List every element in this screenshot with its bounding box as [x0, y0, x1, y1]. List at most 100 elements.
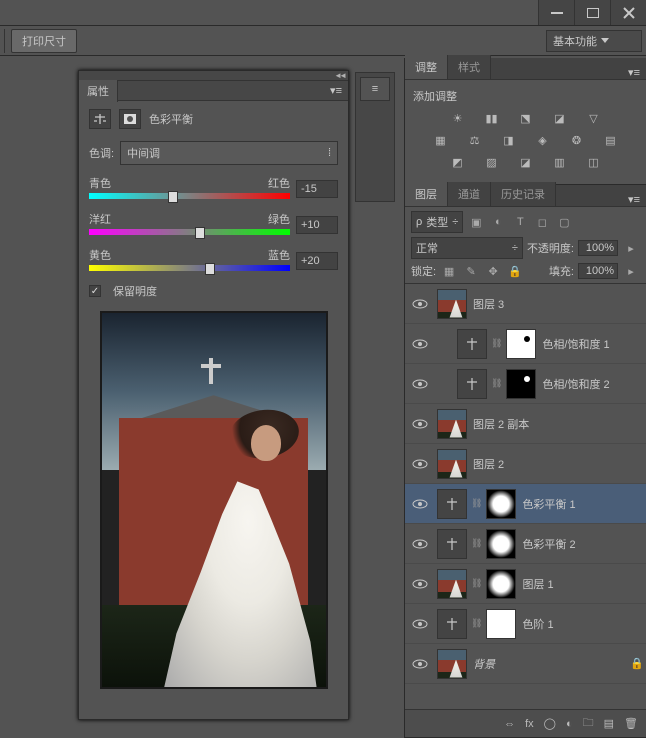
visibility-toggle[interactable] [409, 459, 431, 469]
adjustments-tab[interactable]: 调整 [405, 55, 448, 79]
slider-value-input[interactable]: +20 [296, 252, 338, 270]
mask-thumb[interactable] [486, 609, 516, 639]
adjustment-thumb[interactable] [457, 369, 487, 399]
fill-flyout[interactable]: ▸ [622, 263, 640, 279]
new-layer-icon[interactable]: ▤ [604, 717, 614, 730]
layer-row[interactable]: ⛓ 色相/饱和度 1 [405, 324, 646, 364]
new-group-icon[interactable]: 🗀 [583, 714, 594, 733]
filter-shape-icon[interactable]: ◻ [533, 214, 551, 230]
adjustment-thumb[interactable] [437, 489, 467, 519]
slider-thumb[interactable] [168, 191, 178, 203]
filter-pixel-icon[interactable]: ▣ [467, 214, 485, 230]
preserve-luminosity-checkbox[interactable] [89, 285, 101, 297]
lock-move-icon[interactable]: ✥ [484, 263, 502, 279]
slider-thumb[interactable] [205, 263, 215, 275]
tone-select[interactable]: 中间调 ⁞ [120, 141, 338, 165]
visibility-toggle[interactable] [409, 499, 431, 509]
selectivecolor-icon[interactable]: ◫ [584, 154, 604, 170]
layers-menu[interactable]: ▾≡ [622, 193, 646, 206]
layer-thumb[interactable] [437, 409, 467, 439]
filter-type-icon[interactable]: T [511, 214, 529, 230]
layer-row[interactable]: ⛓ 图层 1 [405, 564, 646, 604]
layer-row[interactable]: 图层 3 [405, 284, 646, 324]
balance-icon[interactable] [89, 109, 111, 129]
channels-tab[interactable]: 通道 [448, 182, 491, 206]
visibility-toggle[interactable] [409, 579, 431, 589]
channelmixer-icon[interactable]: ❂ [567, 132, 587, 148]
link-icon[interactable]: ⛓ [471, 578, 482, 589]
lock-pixels-icon[interactable]: ▦ [440, 263, 458, 279]
link-icon[interactable]: ⛓ [471, 538, 482, 549]
mask-thumb[interactable] [506, 369, 536, 399]
slider-value-input[interactable]: -15 [296, 180, 338, 198]
link-icon[interactable]: ⛓ [471, 498, 482, 509]
layer-name[interactable]: 图层 3 [473, 296, 642, 312]
visibility-toggle[interactable] [409, 539, 431, 549]
print-size-button[interactable]: 打印尺寸 [11, 29, 77, 53]
styles-tab[interactable]: 样式 [448, 55, 491, 79]
bw-icon[interactable]: ◨ [499, 132, 519, 148]
mask-thumb[interactable] [506, 329, 536, 359]
visibility-toggle[interactable] [409, 299, 431, 309]
slider-track[interactable] [89, 229, 290, 239]
slider-value-input[interactable]: +10 [296, 216, 338, 234]
adjustments-menu[interactable]: ▾≡ [622, 66, 646, 79]
layer-name[interactable]: 色阶 1 [522, 616, 642, 632]
hue-icon[interactable]: ▦ [431, 132, 451, 148]
layer-row[interactable]: 背景 🔒 [405, 644, 646, 684]
layer-thumb[interactable] [437, 289, 467, 319]
invert-icon[interactable]: ◩ [448, 154, 468, 170]
adjustment-thumb[interactable] [457, 329, 487, 359]
adjustment-thumb[interactable] [437, 529, 467, 559]
slider-track[interactable] [89, 193, 290, 203]
fill-input[interactable]: 100% [578, 263, 618, 279]
properties-tab[interactable]: 属性 [79, 80, 118, 102]
new-adjustment-icon[interactable]: ◐ [566, 718, 573, 730]
layer-row[interactable]: ⛓ 色阶 1 [405, 604, 646, 644]
layer-name[interactable]: 色彩平衡 1 [522, 496, 642, 512]
filter-smart-icon[interactable]: ▢ [555, 214, 573, 230]
layer-row[interactable]: ⛓ 色相/饱和度 2 [405, 364, 646, 404]
lock-brush-icon[interactable]: ✎ [462, 263, 480, 279]
blend-mode-select[interactable]: 正常÷ [411, 237, 523, 259]
adjustment-thumb[interactable] [437, 609, 467, 639]
layer-thumb[interactable] [437, 569, 467, 599]
layer-thumb[interactable] [437, 449, 467, 479]
layer-thumb[interactable] [437, 649, 467, 679]
panel-collapse-bar[interactable]: ◄◄ [79, 71, 348, 81]
add-mask-icon[interactable]: ◯ [544, 717, 556, 730]
layer-row[interactable]: ⛓ 色彩平衡 2 [405, 524, 646, 564]
layer-name[interactable]: 图层 2 副本 [473, 416, 642, 432]
layer-name[interactable]: 色相/饱和度 1 [542, 336, 642, 352]
vibrance-icon[interactable]: ▽ [584, 110, 604, 126]
slider-track[interactable] [89, 265, 290, 275]
layer-name[interactable]: 背景 [473, 656, 624, 672]
link-layers-icon[interactable]: ⇔ [504, 718, 515, 730]
mask-icon[interactable] [119, 109, 141, 129]
visibility-toggle[interactable] [409, 619, 431, 629]
layer-name[interactable]: 色相/饱和度 2 [542, 376, 642, 392]
layer-name[interactable]: 色彩平衡 2 [522, 536, 642, 552]
layer-fx-icon[interactable]: fx [525, 718, 534, 730]
exposure-icon[interactable]: ◪ [550, 110, 570, 126]
photofilter-icon[interactable]: ◈ [533, 132, 553, 148]
link-icon[interactable]: ⛓ [471, 618, 482, 629]
brightness-icon[interactable]: ☀ [448, 110, 468, 126]
opacity-flyout[interactable]: ▸ [622, 240, 640, 256]
history-tab[interactable]: 历史记录 [491, 182, 556, 206]
strip-icon-1[interactable]: ≡ [360, 77, 390, 101]
delete-layer-icon[interactable]: 🗑 [624, 717, 638, 730]
visibility-toggle[interactable] [409, 659, 431, 669]
filter-kind-select[interactable]: ρ类型÷ [411, 211, 463, 233]
posterize-icon[interactable]: ▨ [482, 154, 502, 170]
filter-adjust-icon[interactable]: ◐ [489, 214, 507, 230]
layer-row[interactable]: ⛓ 色彩平衡 1 [405, 484, 646, 524]
visibility-toggle[interactable] [409, 379, 431, 389]
layers-tab[interactable]: 图层 [405, 182, 448, 206]
minimize-button[interactable] [538, 0, 574, 25]
slider-thumb[interactable] [195, 227, 205, 239]
colorlut-icon[interactable]: ▤ [601, 132, 621, 148]
panel-menu-button[interactable]: ▾≡ [324, 84, 348, 97]
mask-thumb[interactable] [486, 569, 516, 599]
levels-icon[interactable]: ▮▮ [482, 110, 502, 126]
